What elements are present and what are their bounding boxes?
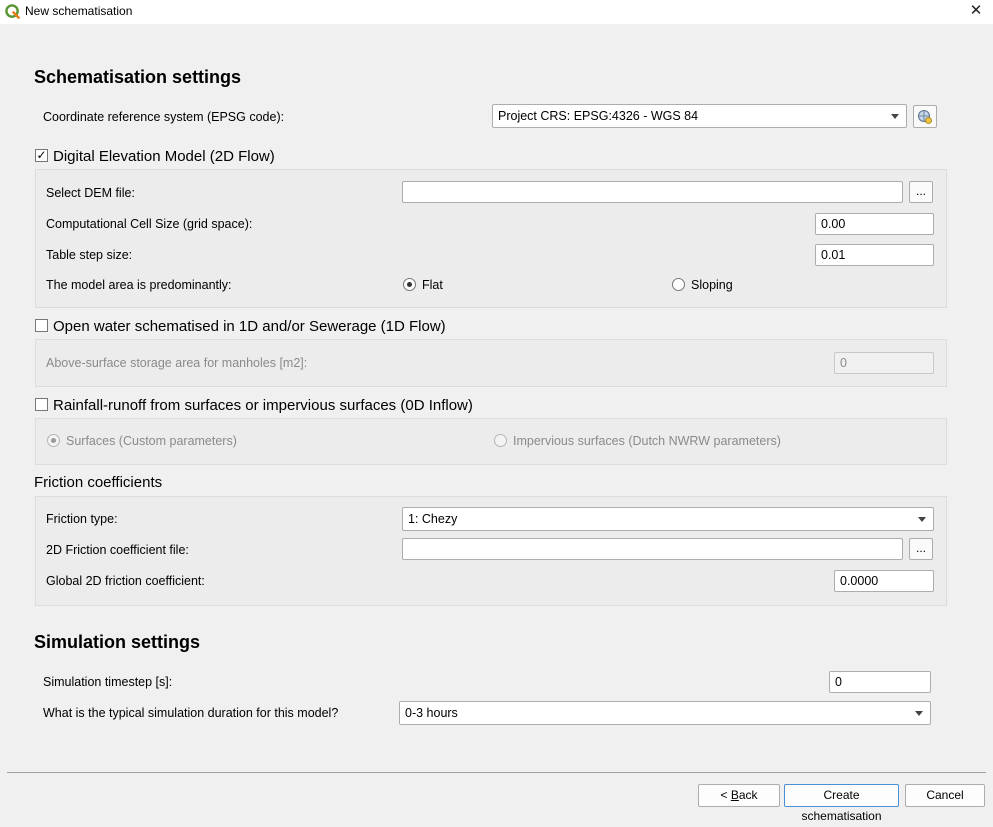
friction-type-label: Friction type: (46, 512, 118, 526)
crs-select-button[interactable] (913, 105, 937, 128)
dem-checkbox[interactable]: ✓ (35, 149, 48, 162)
table-step-input[interactable]: 0.01 (815, 244, 934, 266)
chevron-down-icon (918, 517, 926, 522)
rainfall-runoff-checkbox-label: Rainfall-runoff from surfaces or impervi… (53, 397, 473, 414)
crs-value: Project CRS: EPSG:4326 - WGS 84 (498, 109, 699, 123)
sloping-radio[interactable] (672, 278, 685, 291)
rainfall-runoff-checkbox[interactable] (35, 398, 48, 411)
global-friction-label: Global 2D friction coefficient: (46, 574, 205, 588)
cancel-button[interactable]: Cancel (905, 784, 985, 807)
footer-separator (7, 772, 986, 773)
schematisation-settings-heading: Schematisation settings (34, 67, 242, 87)
friction-file-input[interactable] (402, 538, 903, 560)
friction-type-combobox[interactable]: 1: Chezy (402, 507, 934, 531)
manhole-storage-label: Above-surface storage area for manholes … (46, 356, 308, 370)
back-button-label: ack (738, 788, 758, 802)
dem-file-input[interactable] (402, 181, 903, 203)
table-step-label: Table step size: (46, 248, 133, 262)
open-water-checkbox-label: Open water schematised in 1D and/or Sewe… (53, 318, 446, 335)
crs-label: Coordinate reference system (EPSG code): (43, 110, 285, 124)
duration-label: What is the typical simulation duration … (43, 706, 339, 720)
timestep-input[interactable]: 0 (829, 671, 931, 693)
duration-combobox[interactable]: 0-3 hours (399, 701, 931, 725)
impervious-radio-label: Impervious surfaces (Dutch NWRW paramete… (513, 434, 781, 448)
qgis-logo-icon (5, 4, 20, 19)
cell-size-label: Computational Cell Size (grid space): (46, 217, 253, 231)
dem-checkbox-label: Digital Elevation Model (2D Flow) (53, 148, 275, 165)
surfaces-radio-label: Surfaces (Custom parameters) (66, 434, 237, 448)
flat-radio[interactable] (403, 278, 416, 291)
sloping-radio-label: Sloping (691, 278, 733, 292)
chevron-down-icon (891, 114, 899, 119)
back-button-prefix: < (720, 788, 731, 802)
friction-heading: Friction coefficients (34, 474, 163, 491)
open-water-checkbox[interactable] (35, 319, 48, 332)
cell-size-input[interactable]: 0.00 (815, 213, 934, 235)
global-friction-input[interactable]: 0.0000 (834, 570, 934, 592)
manhole-storage-input[interactable]: 0 (834, 352, 934, 374)
select-dem-label: Select DEM file: (46, 186, 135, 200)
surfaces-radio[interactable] (47, 434, 60, 447)
simulation-settings-heading: Simulation settings (34, 632, 201, 652)
window-title: New schematisation (25, 4, 133, 18)
back-button-accelerator: B (730, 788, 739, 802)
friction-browse-button[interactable]: ... (909, 538, 933, 560)
create-schematisation-button[interactable]: Create schematisation (784, 784, 899, 823)
friction-file-label: 2D Friction coefficient file: (46, 543, 189, 557)
crs-combobox[interactable]: Project CRS: EPSG:4326 - WGS 84 (492, 104, 907, 128)
title-bar: New schematisation ✕ (0, 0, 993, 24)
close-icon[interactable]: ✕ (965, 1, 987, 21)
duration-value: 0-3 hours (405, 706, 458, 720)
back-button[interactable]: < Back (698, 784, 780, 807)
model-area-label: The model area is predominantly: (46, 278, 232, 292)
flat-radio-label: Flat (422, 278, 443, 292)
impervious-radio[interactable] (494, 434, 507, 447)
friction-type-value: 1: Chezy (408, 512, 458, 526)
timestep-label: Simulation timestep [s]: (43, 675, 173, 689)
dem-browse-button[interactable]: ... (909, 181, 933, 203)
chevron-down-icon (915, 711, 923, 716)
globe-settings-icon (918, 110, 932, 124)
